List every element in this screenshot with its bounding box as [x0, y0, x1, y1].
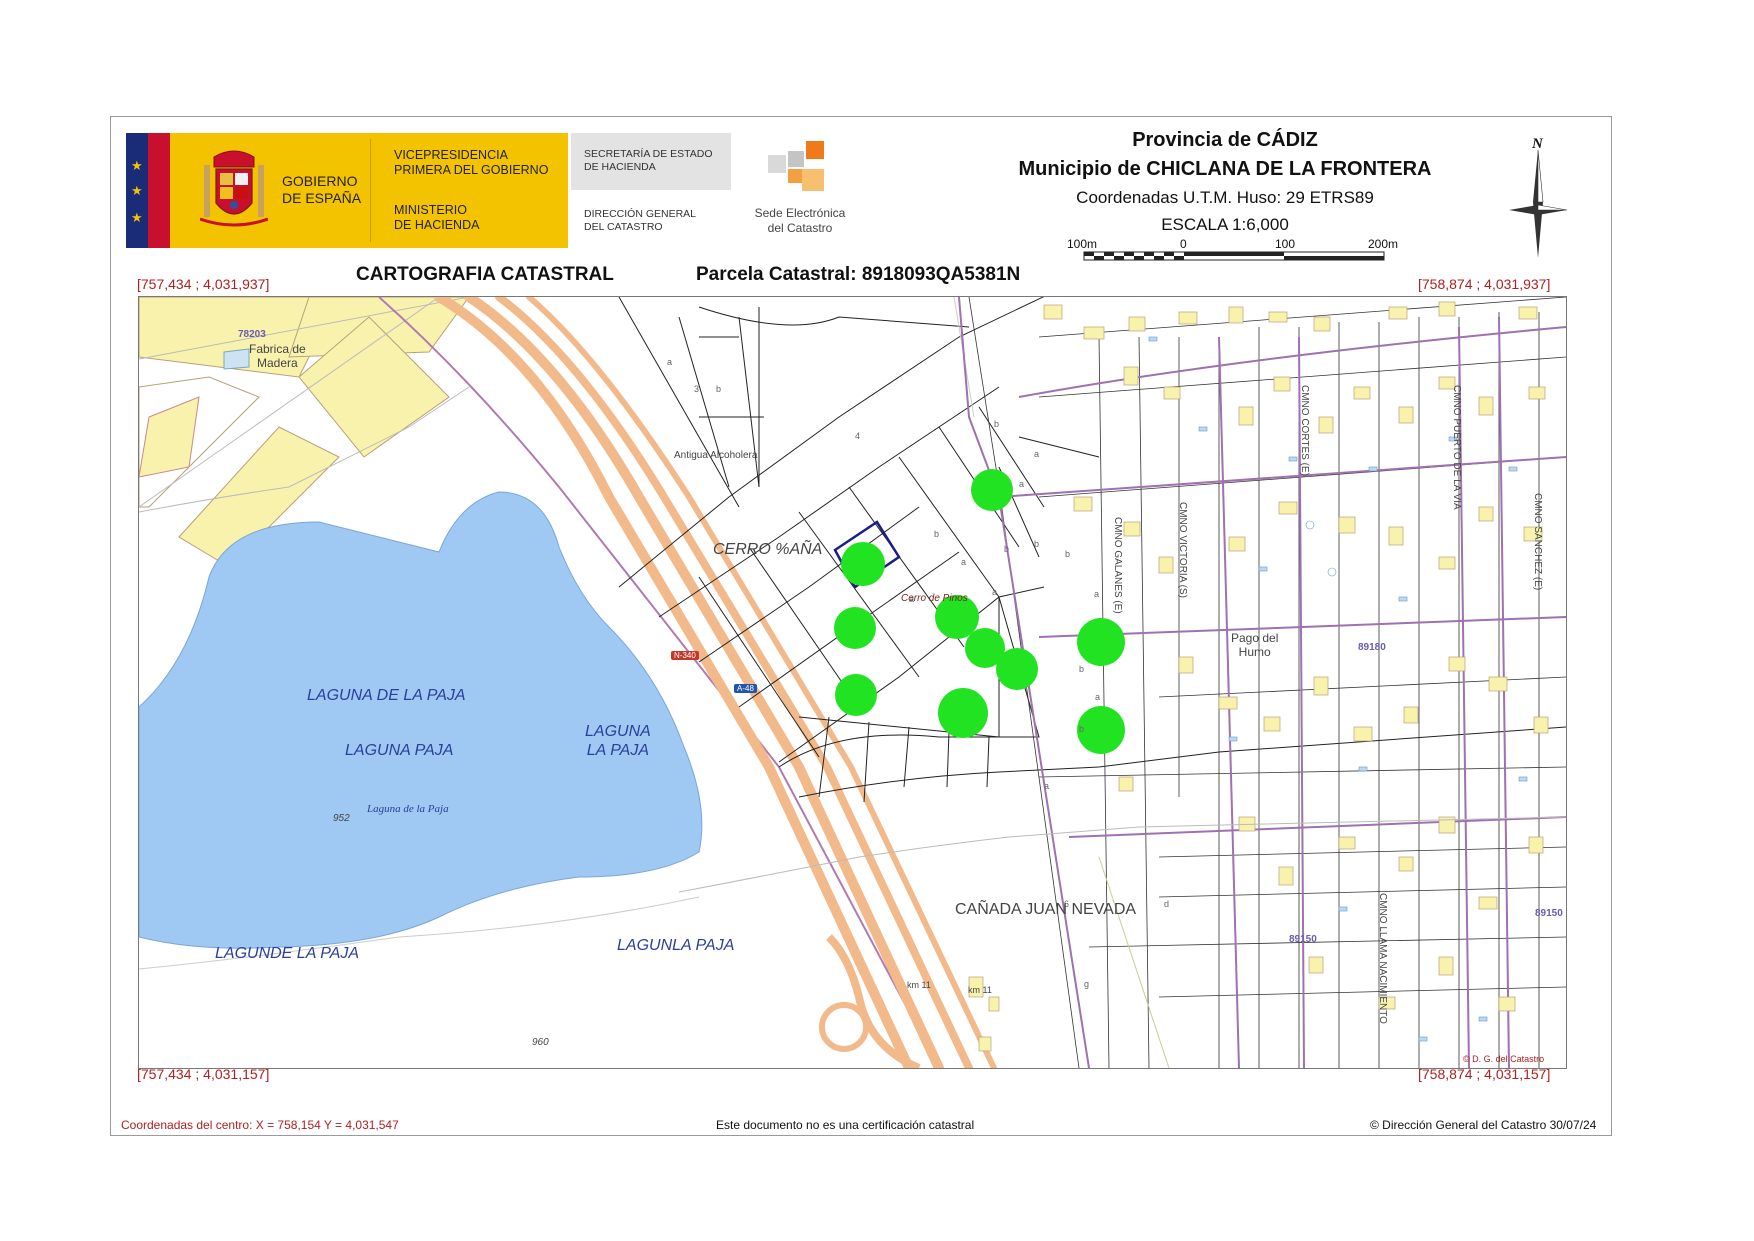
coordinate-system-label: Coordenadas U.T.M. Huso: 29 ETRS89 [1076, 188, 1374, 207]
laguna-label: LAGUNA DE LA PAJA [307, 687, 466, 704]
street-label: CMNO GALANES (E) [1112, 517, 1123, 614]
map-copyright: © D. G. del Catastro [1463, 1054, 1544, 1064]
svg-text:d: d [1164, 899, 1169, 909]
zone-code-label: 78203 [238, 329, 266, 340]
green-marker [971, 469, 1013, 511]
km-marker-label: km 11 [968, 985, 992, 995]
municipio-title: Municipio de CHICLANA DE LA FRONTERA [1018, 158, 1432, 180]
antigua-alcoholera-label: Antigua Alcoholera [674, 450, 758, 461]
km-marker-label: km 11 [907, 980, 931, 990]
svg-text:a: a [1095, 692, 1100, 702]
vicepresidencia-label: VICEPRESIDENCIA PRIMERA DEL GOBIERNO [394, 148, 549, 177]
svg-text:b: b [716, 384, 721, 394]
green-marker [835, 674, 877, 716]
spain-flag-stripe: ★ ★ ★ [126, 133, 170, 248]
center-coordinates-label: Coordenadas del centro: X = 758,154 Y = … [121, 1118, 399, 1132]
svg-text:b: b [934, 529, 939, 539]
svg-text:a: a [1094, 589, 1099, 599]
cadastral-map[interactable]: a3b 4aa bbb bba aaa bab a6d g © D. G. de… [138, 296, 1567, 1069]
svg-text:a: a [667, 357, 672, 367]
green-marker [834, 607, 876, 649]
north-arrow-icon [1509, 149, 1568, 258]
star-icon: ★ [131, 210, 143, 225]
svg-text:b: b [994, 419, 999, 429]
svg-text:b: b [1034, 539, 1039, 549]
fabrica-label: Fabrica de Madera [249, 342, 306, 370]
svg-text:g: g [1084, 979, 1089, 989]
scale-bar [1083, 251, 1385, 261]
green-marker [1077, 618, 1125, 666]
elevation-label: 952 [333, 813, 350, 824]
svg-text:b: b [1065, 549, 1070, 559]
cerro-label: CERRO %AÑA [713, 541, 823, 558]
zone-code-label: 89180 [1358, 642, 1386, 653]
road-badge-a48: A-48 [734, 684, 757, 693]
laguna-small-label: Laguna de la Paja [367, 803, 449, 815]
svg-text:a: a [992, 587, 997, 597]
cartografia-title: CARTOGRAFIA CATASTRAL [356, 264, 614, 285]
green-marker [996, 648, 1038, 690]
green-marker [841, 542, 885, 586]
zone-code-label: 89150 [1535, 908, 1563, 919]
cerro-pinos-label: Cerro de Pinos [901, 593, 968, 604]
elevation-label: 960 [532, 1037, 549, 1048]
parcela-title: Parcela Catastral: 8918093QA5381N [696, 264, 1021, 285]
secretaria-label: SECRETARÍA DE ESTADO DE HACIENDA [584, 148, 713, 173]
residential-zone [958, 297, 1566, 1068]
svg-text:b: b [1079, 664, 1084, 674]
star-icon: ★ [131, 183, 143, 198]
pago-label: Pago del Humo [1231, 631, 1279, 659]
svg-text:b: b [1079, 724, 1084, 734]
svg-text:b: b [1004, 544, 1009, 554]
copyright-label: © Dirección General del Catastro 30/07/2… [1370, 1118, 1597, 1132]
secretaria-block: SECRETARÍA DE ESTADO DE HACIENDA [571, 133, 731, 190]
svg-text:4: 4 [855, 431, 860, 441]
coat-of-arms-icon [200, 150, 268, 227]
marked-parcels [834, 469, 1125, 754]
laguna-label: LAGUNA LA PAJA [585, 723, 651, 759]
north-label: N [1532, 136, 1543, 152]
government-name: GOBIERNO DE ESPAÑA [282, 173, 362, 206]
provincia-title: Provincia de CÁDIZ [1132, 129, 1318, 151]
green-marker [1077, 706, 1125, 754]
street-label: CMNO CORTES (E) [1299, 385, 1310, 476]
street-label: CMNO LLAMA NACIMIENTO [1377, 893, 1388, 1024]
svg-text:a: a [1034, 449, 1039, 459]
svg-text:a: a [961, 557, 966, 567]
street-label: CMNO PUERTO DE LA VIA [1451, 385, 1462, 510]
disclaimer-label: Este documento no es una certificación c… [716, 1118, 975, 1132]
street-label: CMNO VICTORIA (S) [1177, 502, 1188, 598]
svg-text:3: 3 [694, 384, 699, 394]
sede-electronica-logo-icon [768, 141, 824, 191]
canada-label: CAÑADA JUAN NEVADA [955, 901, 1137, 918]
laguna-label: LAGUNA PAJA [345, 742, 454, 759]
ministerio-label: MINISTERIO DE HACIENDA [394, 203, 480, 232]
laguna-label: LAGUNLA PAJA [617, 937, 735, 954]
government-logo-block: GOBIERNO DE ESPAÑA VICEPRESIDENCIA PRIME… [170, 133, 568, 248]
scale-label: ESCALA 1:6,000 [1161, 215, 1289, 234]
svg-text:a: a [1019, 479, 1024, 489]
street-label: CMNO SANCHEZ (E) [1532, 493, 1543, 591]
laguna-label: LAGUNDE LA PAJA [215, 945, 360, 962]
direccion-general-label: DIRECCIÓN GENERAL DEL CATASTRO [584, 208, 697, 233]
sede-electronica-label: Sede Electrónica del Catastro [754, 206, 846, 235]
star-icon: ★ [131, 158, 143, 173]
corner-coordinate-top-left: [757,434 ; 4,031,937] [137, 276, 270, 292]
corner-coordinate-top-right: [758,874 ; 4,031,937] [1418, 276, 1551, 292]
zone-code-label: 89150 [1289, 934, 1317, 945]
green-marker [938, 688, 988, 738]
svg-text:a: a [1044, 781, 1049, 791]
road-badge-n340: N-340 [671, 651, 699, 660]
